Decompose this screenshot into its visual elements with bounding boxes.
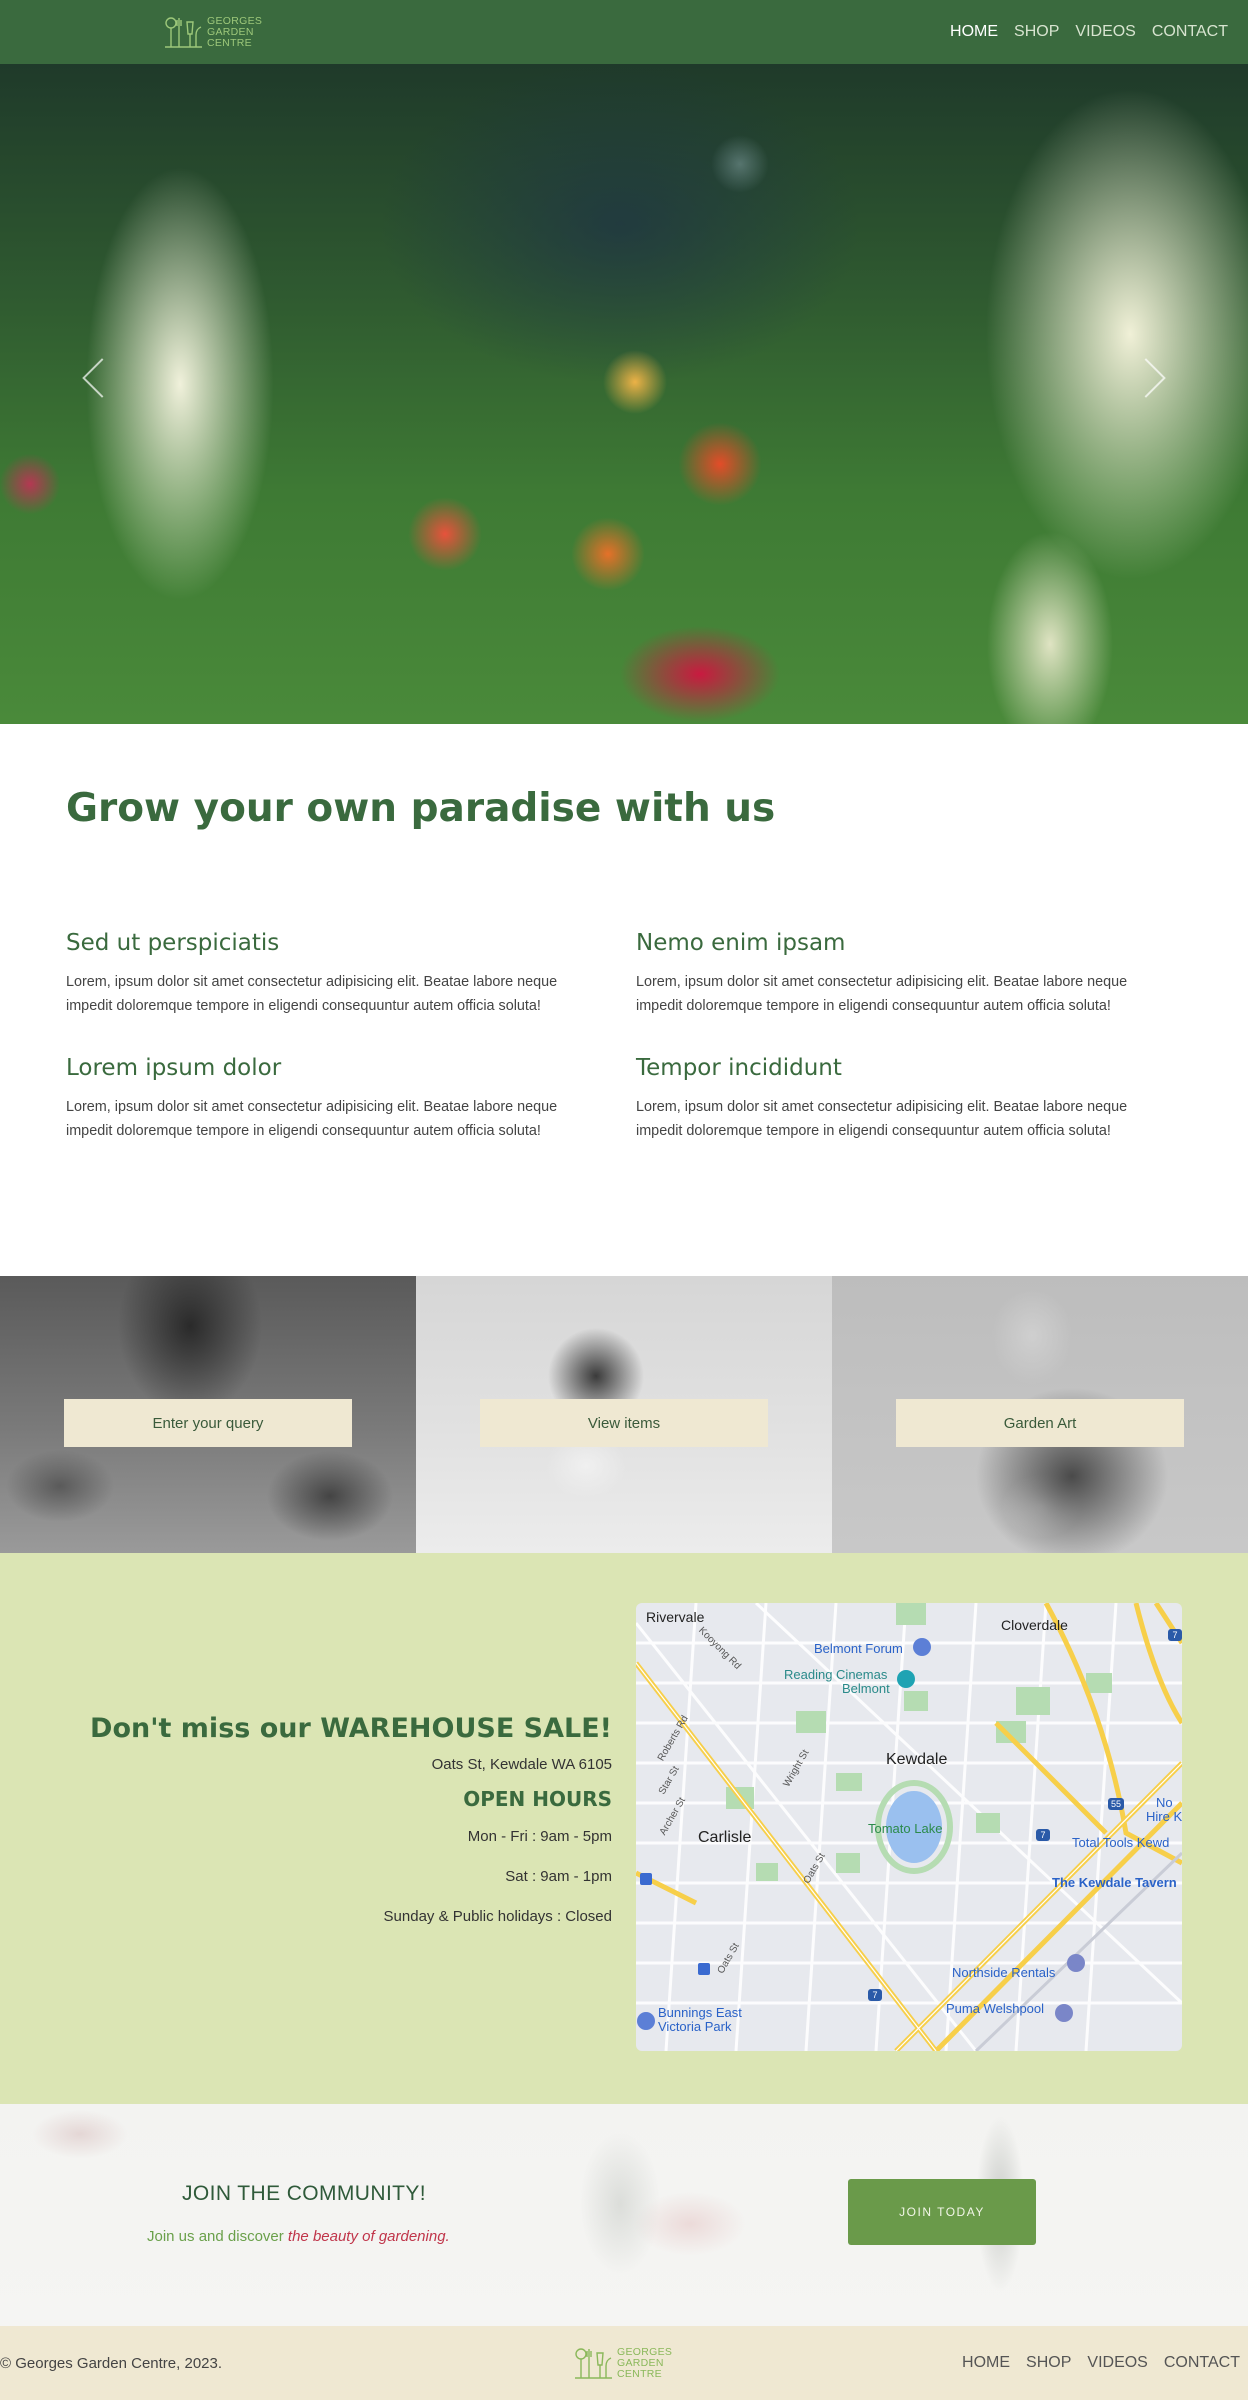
footer-nav-home[interactable]: HOME [962, 2354, 1010, 2372]
map-label-bunnings-1: Bunnings East [658, 2005, 742, 2020]
feature-item: Tempor incididunt Lorem, ipsum dolor sit… [636, 1055, 1176, 1143]
map-label-northside-rentals: Northside Rentals [952, 1965, 1056, 1980]
footer: © Georges Garden Centre, 2023. GEORGES G… [0, 2326, 1248, 2400]
hours-weekday: Mon - Fri : 9am - 5pm [467, 1828, 612, 1845]
logo-line-3: CENTRE [617, 2367, 662, 2380]
map-label-total-tools: Total Tools Kewd [1072, 1835, 1170, 1850]
footer-nav: HOME SHOP VIDEOS CONTACT [962, 2326, 1240, 2400]
footer-logo[interactable]: GEORGES GARDEN CENTRE [573, 2343, 672, 2383]
community-subtitle-emphasis: the beauty of gardening. [287, 2228, 450, 2245]
map-label-reading-cinemas: Reading Cinemas [784, 1667, 888, 1682]
sale-title: Don't miss our WAREHOUSE SALE! [90, 1713, 612, 1744]
nav-home[interactable]: HOME [950, 23, 998, 41]
map-label-hire: Hire K [1146, 1809, 1182, 1824]
feature-text: Lorem, ipsum dolor sit amet consectetur … [636, 1099, 1128, 1139]
card-garden-art: Garden Art [832, 1276, 1248, 1553]
feature-title: Tempor incididunt [636, 1055, 842, 1081]
main-nav: HOME SHOP VIDEOS CONTACT [950, 0, 1228, 64]
hero-carousel [0, 64, 1248, 724]
view-items-button[interactable]: View items [480, 1399, 768, 1447]
card-query: Enter your query [0, 1276, 416, 1553]
map-label-puma-welshpool: Puma Welshpool [946, 2001, 1045, 2016]
logo-line-3: CENTRE [207, 36, 252, 49]
feature-title: Sed ut perspiciatis [66, 930, 280, 956]
map-label-carlisle: Carlisle [698, 1829, 752, 1846]
feature-text: Lorem, ipsum dolor sit amet consectetur … [636, 974, 1128, 1014]
open-hours-title: OPEN HOURS [463, 1787, 612, 1811]
map-label-belmont-forum: Belmont Forum [814, 1641, 903, 1656]
enter-query-button[interactable]: Enter your query [64, 1399, 352, 1447]
community-subtitle: Join us and discover the beauty of garde… [147, 2228, 450, 2245]
feature-item: Lorem ipsum dolor Lorem, ipsum dolor sit… [66, 1055, 606, 1143]
location-map[interactable]: 55 7 7 7 Rivervale Cloverdale Belmont Fo… [636, 1603, 1182, 2051]
route-badge-7a: 7 [1040, 1830, 1045, 1840]
logo-line-2: GARDEN [207, 25, 254, 38]
map-label-belmont: Belmont [842, 1681, 890, 1696]
logo-line-2: GARDEN [617, 2356, 664, 2369]
footer-nav-videos[interactable]: VIDEOS [1087, 2354, 1147, 2372]
hours-sunday: Sunday & Public holidays : Closed [383, 1908, 612, 1925]
footer-nav-contact[interactable]: CONTACT [1164, 2354, 1240, 2372]
navbar: GEORGES GARDEN CENTRE HOME SHOP VIDEOS C… [0, 0, 1248, 64]
brand-logo-text: GEORGES GARDEN CENTRE [207, 14, 263, 49]
hours-saturday: Sat : 9am - 1pm [505, 1868, 612, 1885]
carousel-prev-arrow-icon[interactable] [82, 358, 122, 398]
join-today-button[interactable]: JOIN TODAY [848, 2179, 1036, 2245]
logo-line-1: GEORGES [207, 14, 263, 27]
map-label-tomato-lake: Tomato Lake [868, 1821, 943, 1836]
route-badge-55: 55 [1111, 1799, 1121, 1809]
footer-logo-text: GEORGES GARDEN CENTRE [617, 2345, 673, 2380]
feature-title: Lorem ipsum dolor [66, 1055, 282, 1081]
map-label-bunnings-2: Victoria Park [658, 2019, 732, 2034]
map-label-no: No [1156, 1795, 1173, 1810]
logo-line-1: GEORGES [617, 2345, 673, 2358]
community-subtitle-text: Join us and discover [147, 2228, 288, 2245]
route-badge-7b: 7 [872, 1990, 877, 2000]
nav-videos[interactable]: VIDEOS [1075, 23, 1135, 41]
garden-tools-icon [165, 17, 202, 48]
garden-tools-icon [575, 2348, 612, 2379]
feature-item: Sed ut perspiciatis Lorem, ipsum dolor s… [66, 930, 606, 1018]
community-title: JOIN THE COMMUNITY! [182, 2182, 427, 2205]
garden-art-button[interactable]: Garden Art [896, 1399, 1184, 1447]
feature-title: Nemo enim ipsam [636, 930, 846, 956]
carousel-next-arrow-icon[interactable] [1126, 358, 1166, 398]
map-label-rivervale: Rivervale [646, 1609, 705, 1625]
sale-address: Oats St, Kewdale WA 6105 [431, 1756, 612, 1773]
feature-item: Nemo enim ipsam Lorem, ipsum dolor sit a… [636, 930, 1176, 1018]
feature-text: Lorem, ipsum dolor sit amet consectetur … [66, 1099, 558, 1139]
footer-nav-shop[interactable]: SHOP [1026, 2354, 1071, 2372]
route-badge-7c: 7 [1172, 1630, 1177, 1640]
feature-text: Lorem, ipsum dolor sit amet consectetur … [66, 974, 558, 1014]
map-label-kewdale: Kewdale [886, 1751, 948, 1768]
sale-info: Don't miss our WAREHOUSE SALE! Oats St, … [52, 1713, 612, 1937]
category-cards: Enter your query View items Garden Art [0, 1276, 1248, 1553]
copyright-text: © Georges Garden Centre, 2023. [0, 2354, 223, 2372]
intro-title: Grow your own paradise with us [66, 786, 776, 831]
nav-shop[interactable]: SHOP [1014, 23, 1059, 41]
nav-contact[interactable]: CONTACT [1152, 23, 1228, 41]
map-label-cloverdale: Cloverdale [1001, 1617, 1068, 1633]
community-section: JOIN THE COMMUNITY! Join us and discover… [0, 2104, 1248, 2326]
brand-logo[interactable]: GEORGES GARDEN CENTRE [163, 12, 262, 52]
map-label-kewdale-tavern: The Kewdale Tavern [1052, 1875, 1177, 1890]
card-items: View items [416, 1276, 832, 1553]
